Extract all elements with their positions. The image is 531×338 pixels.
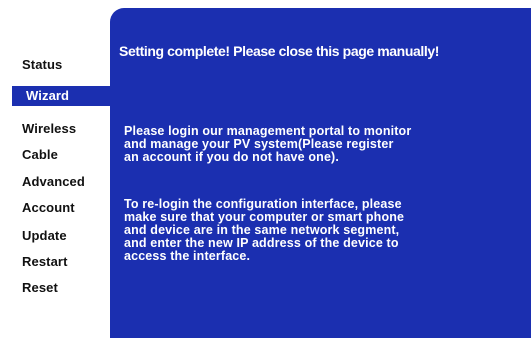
relogin-instructions: To re-login the configuration interface,… xyxy=(124,197,405,263)
content-panel: Setting complete! Please close this page… xyxy=(110,8,531,338)
portal-login-message: Please login our management portal to mo… xyxy=(124,124,412,164)
sidebar-item-cable[interactable]: Cable xyxy=(22,147,58,163)
sidebar-nav: Status Wizard Wireless Cable Advanced Ac… xyxy=(0,0,110,338)
sidebar-item-wizard[interactable]: Wizard xyxy=(12,86,110,106)
sidebar-item-restart[interactable]: Restart xyxy=(22,254,68,270)
setup-page: Status Wizard Wireless Cable Advanced Ac… xyxy=(0,0,531,338)
sidebar-item-status[interactable]: Status xyxy=(22,57,62,73)
sidebar-item-account[interactable]: Account xyxy=(22,200,75,216)
sidebar-item-update[interactable]: Update xyxy=(22,228,67,244)
sidebar-item-advanced[interactable]: Advanced xyxy=(22,174,85,190)
sidebar-item-reset[interactable]: Reset xyxy=(22,280,58,296)
sidebar-item-wireless[interactable]: Wireless xyxy=(22,121,76,137)
setting-complete-title: Setting complete! Please close this page… xyxy=(119,43,439,59)
